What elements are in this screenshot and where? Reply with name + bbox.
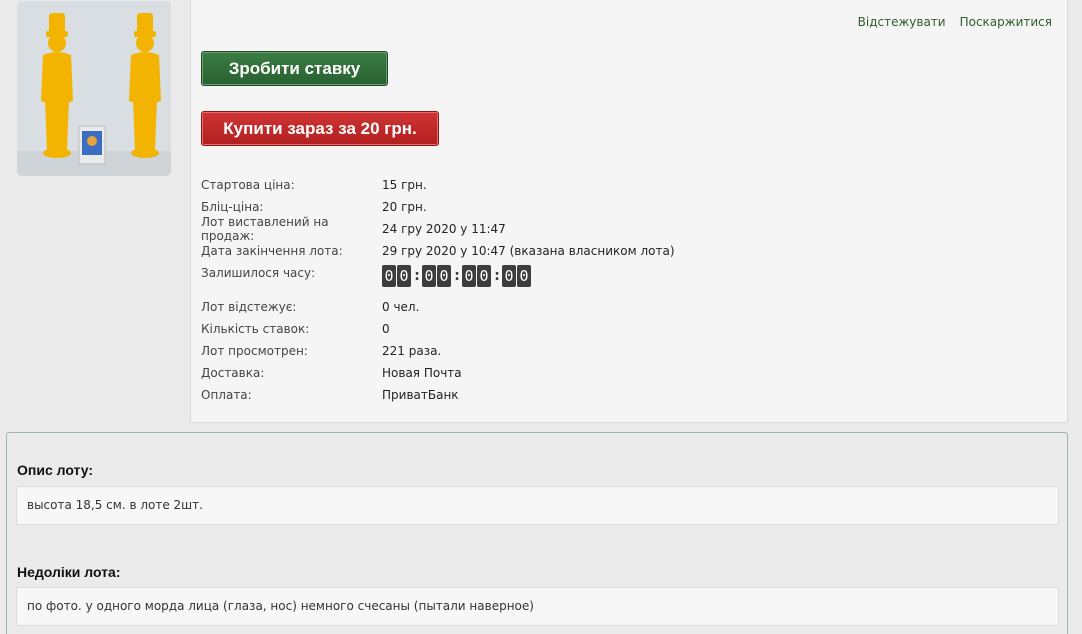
detail-value: 221 раза. (382, 344, 442, 358)
countdown-timer: 0 0 : 0 0 : 0 0 : 0 0 (382, 265, 532, 287)
detail-label: Доставка: (201, 366, 265, 380)
detail-label: Лот просмотрен: (201, 344, 308, 358)
detail-value: 29 гру 2020 у 10:47 (вказана власником л… (382, 244, 675, 258)
detail-views: Лот просмотрен: 221 раза. (201, 340, 675, 362)
detail-bids: Кількість ставок: 0 (201, 318, 675, 340)
detail-label: Лот відстежує: (201, 300, 297, 314)
detail-label: Лот виставлений на продаж: (201, 215, 329, 243)
lot-details: Стартова ціна: 15 грн. Бліц-ціна: 20 грн… (201, 174, 675, 406)
defects-text: по фото. у одного морда лица (глаза, нос… (16, 587, 1059, 626)
detail-value: 15 грн. (382, 178, 427, 192)
timer-digit: 0 (397, 265, 411, 287)
top-links: Відстежувати Поскаржитися (858, 15, 1052, 29)
description-text: высота 18,5 см. в лоте 2шт. (16, 486, 1059, 525)
detail-label: Бліц-ціна: (201, 200, 264, 214)
detail-label: Кількість ставок: (201, 322, 310, 336)
lot-info-panel: Відстежувати Поскаржитися Зробити ставку… (190, 0, 1068, 423)
detail-value: 20 грн. (382, 200, 427, 214)
detail-value: ПриватБанк (382, 388, 459, 402)
detail-value: 0 чел. (382, 300, 420, 314)
timer-digit: 0 (437, 265, 451, 287)
place-bid-button[interactable]: Зробити ставку (201, 51, 388, 86)
detail-label: Залишилося часу: (201, 266, 316, 280)
watch-link[interactable]: Відстежувати (858, 15, 946, 29)
timer-separator: : (454, 268, 460, 284)
lot-photo[interactable] (17, 1, 171, 176)
timer-separator: : (414, 268, 420, 284)
detail-value: 0 (382, 322, 390, 336)
detail-value: 24 гру 2020 у 11:47 (382, 222, 506, 236)
timer-digit: 0 (462, 265, 476, 287)
detail-listed: Лот виставлений на продаж: 24 гру 2020 у… (201, 215, 675, 243)
detail-label: Стартова ціна: (201, 178, 295, 192)
complain-link[interactable]: Поскаржитися (960, 15, 1052, 29)
detail-start-price: Стартова ціна: 15 грн. (201, 174, 675, 196)
detail-watchers: Лот відстежує: 0 чел. (201, 296, 675, 318)
defects-title: Недоліки лота: (17, 564, 121, 580)
detail-payment: Оплата: ПриватБанк (201, 384, 675, 406)
detail-delivery: Доставка: Новая Почта (201, 362, 675, 384)
timer-digit: 0 (477, 265, 491, 287)
timer-digit: 0 (502, 265, 516, 287)
timer-digit: 0 (517, 265, 531, 287)
timer-separator: : (494, 268, 500, 284)
detail-end-date: Дата закінчення лота: 29 гру 2020 у 10:4… (201, 240, 675, 262)
buy-now-button[interactable]: Купити зараз за 20 грн. (201, 111, 439, 146)
detail-label: Дата закінчення лота: (201, 244, 343, 258)
lot-description-panel: Опис лоту: высота 18,5 см. в лоте 2шт. Н… (6, 432, 1068, 634)
detail-time-left: Залишилося часу: 0 0 : 0 0 : 0 0 : 0 0 (201, 262, 675, 296)
timer-digit: 0 (422, 265, 436, 287)
detail-label: Оплата: (201, 388, 252, 402)
toy-soldiers-image (17, 1, 171, 176)
description-title: Опис лоту: (17, 462, 94, 478)
detail-value: Новая Почта (382, 366, 462, 380)
timer-digit: 0 (382, 265, 396, 287)
